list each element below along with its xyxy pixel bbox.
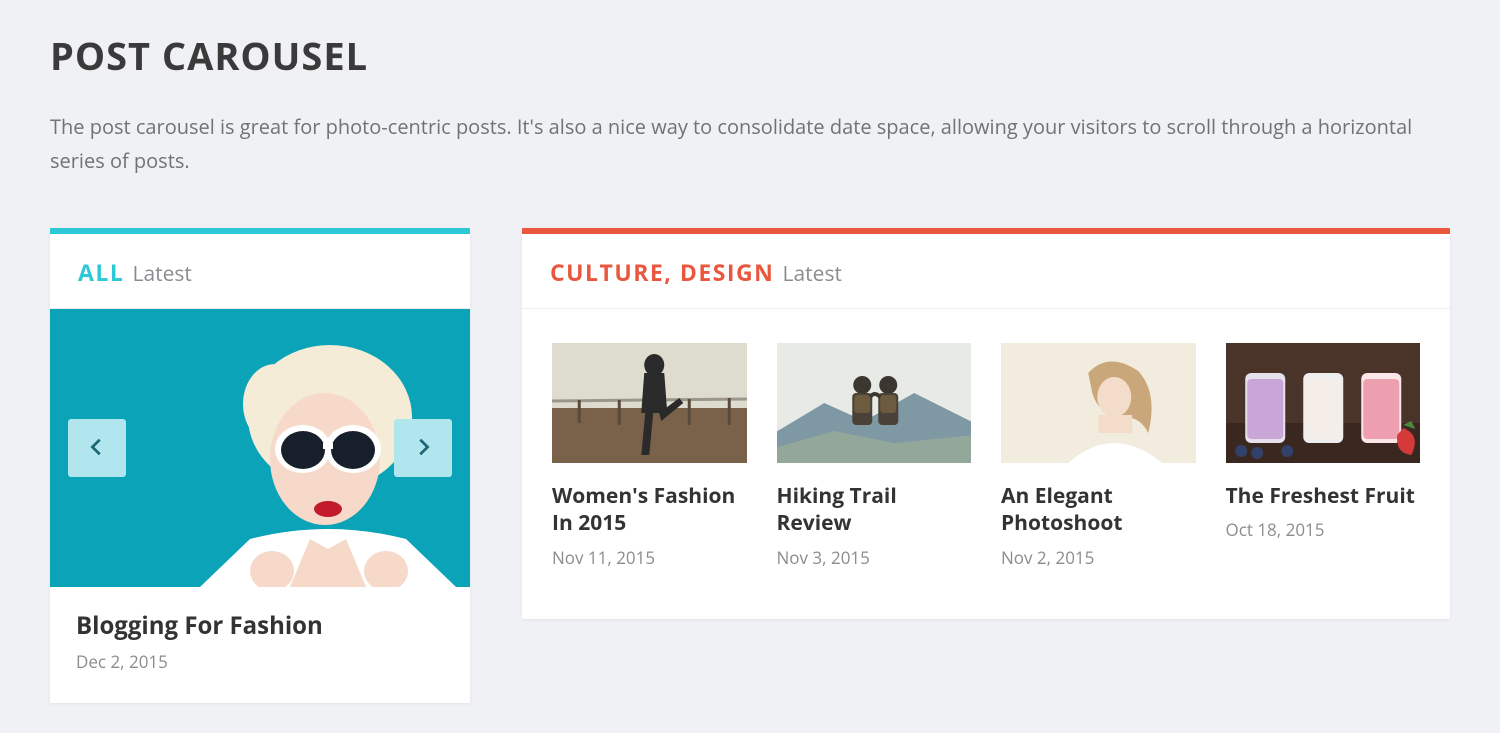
post-title[interactable]: Hiking Trail Review <box>777 483 972 538</box>
page-description: The post carousel is great for photo-cen… <box>50 110 1430 178</box>
post-date: Nov 11, 2015 <box>552 546 747 569</box>
post-title[interactable]: The Freshest Fruit <box>1226 483 1421 510</box>
all-carousel-card: ALL Latest <box>50 228 470 703</box>
featured-post-title[interactable]: Blogging For Fashion <box>76 609 444 642</box>
chevron-left-icon <box>86 436 108 461</box>
category-sub: Latest <box>783 260 842 288</box>
featured-post-date: Dec 2, 2015 <box>76 650 444 673</box>
post-item[interactable]: Women's Fashion In 2015 Nov 11, 2015 <box>552 343 747 569</box>
post-thumb <box>1001 343 1196 463</box>
featured-meta: Blogging For Fashion Dec 2, 2015 <box>50 587 470 703</box>
featured-image-area <box>50 309 470 587</box>
post-title[interactable]: Women's Fashion In 2015 <box>552 483 747 538</box>
page-title: POST CAROUSEL <box>50 30 1450 82</box>
category-label[interactable]: ALL <box>78 256 124 288</box>
post-title[interactable]: An Elegant Photoshoot <box>1001 483 1196 538</box>
chevron-right-icon <box>412 436 434 461</box>
post-item[interactable]: The Freshest Fruit Oct 18, 2015 <box>1226 343 1421 569</box>
category-sub: Latest <box>133 260 192 288</box>
culture-carousel-card: CULTURE, DESIGN Latest <box>522 228 1450 619</box>
carousel-next-button[interactable] <box>394 419 452 477</box>
carousel-prev-button[interactable] <box>68 419 126 477</box>
card-header: CULTURE, DESIGN Latest <box>522 234 1450 309</box>
post-thumb <box>777 343 972 463</box>
post-thumb <box>552 343 747 463</box>
post-date: Oct 18, 2015 <box>1226 518 1421 541</box>
post-item[interactable]: Hiking Trail Review Nov 3, 2015 <box>777 343 972 569</box>
post-date: Nov 2, 2015 <box>1001 546 1196 569</box>
post-date: Nov 3, 2015 <box>777 546 972 569</box>
post-thumb <box>1226 343 1421 463</box>
category-label[interactable]: CULTURE, DESIGN <box>550 256 774 288</box>
carousel-row: ALL Latest <box>50 228 1450 703</box>
posts-grid: Women's Fashion In 2015 Nov 11, 2015 <box>522 309 1450 619</box>
card-header: ALL Latest <box>50 234 470 309</box>
post-item[interactable]: An Elegant Photoshoot Nov 2, 2015 <box>1001 343 1196 569</box>
